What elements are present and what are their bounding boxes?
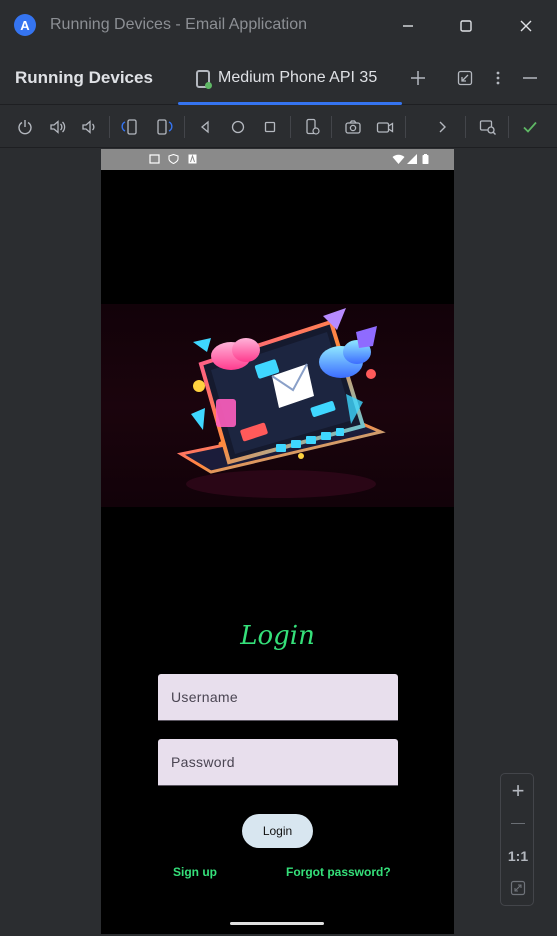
- battery-icon: [422, 154, 429, 164]
- zoom-actual-size-button[interactable]: 1:1: [501, 848, 535, 864]
- username-input[interactable]: Username: [158, 674, 398, 721]
- maximize-window-button[interactable]: [454, 14, 478, 38]
- password-input[interactable]: Password: [158, 739, 398, 786]
- android-studio-logo-icon: A: [14, 14, 36, 36]
- android-status-bar: [101, 149, 454, 170]
- overview-icon[interactable]: [258, 115, 282, 139]
- shield-icon: [168, 154, 179, 164]
- emulator-toolbar: [0, 106, 557, 148]
- mirror-search-icon[interactable]: [476, 115, 500, 139]
- device-screen[interactable]: Login Username Password Login Sign up Fo…: [101, 149, 454, 934]
- close-window-button[interactable]: [514, 14, 538, 38]
- forgot-password-link[interactable]: Forgot password?: [286, 865, 391, 879]
- tab-label: Medium Phone API 35: [218, 69, 378, 86]
- volume-down-icon[interactable]: [77, 115, 101, 139]
- gesture-home-bar[interactable]: [230, 922, 324, 925]
- fit-screen-icon[interactable]: [501, 880, 535, 901]
- wifi-icon: [392, 154, 405, 164]
- chevron-right-icon[interactable]: [430, 115, 454, 139]
- add-device-button[interactable]: [406, 66, 430, 90]
- email-illustration: [101, 304, 454, 507]
- screen-record-icon[interactable]: [373, 115, 397, 139]
- panel-header: Running Devices Medium Phone API 35: [0, 52, 557, 105]
- window-title: Running Devices - Email Application: [50, 16, 308, 33]
- toolbar-separator: [109, 116, 110, 138]
- email-laptop-illustration-icon: [176, 308, 386, 498]
- restore-layout-icon[interactable]: [453, 66, 477, 90]
- font-icon: [188, 154, 197, 164]
- notification-icon: [149, 154, 160, 164]
- hide-panel-icon[interactable]: [518, 66, 542, 90]
- panel-title: Running Devices: [15, 68, 153, 87]
- login-button[interactable]: Login: [242, 814, 313, 848]
- signup-link[interactable]: Sign up: [173, 865, 217, 879]
- power-icon[interactable]: [13, 115, 37, 139]
- login-title: Login: [240, 621, 315, 651]
- device-settings-icon[interactable]: [300, 115, 324, 139]
- toolbar-separator: [405, 116, 406, 138]
- toolbar-separator: [508, 116, 509, 138]
- toolbar-separator: [184, 116, 185, 138]
- more-options-icon[interactable]: [486, 66, 510, 90]
- cell-signal-icon: [407, 154, 417, 164]
- active-tab-indicator: [178, 102, 402, 105]
- device-running-icon: [196, 70, 212, 89]
- rotate-right-icon[interactable]: [152, 115, 176, 139]
- home-icon[interactable]: [226, 115, 250, 139]
- zoom-controls: + — 1:1: [500, 773, 534, 906]
- back-icon[interactable]: [193, 115, 217, 139]
- zoom-out-button[interactable]: —: [501, 814, 535, 830]
- window-title-bar: A Running Devices - Email Application: [0, 0, 557, 52]
- minimize-window-button[interactable]: [396, 14, 420, 38]
- toolbar-separator: [465, 116, 466, 138]
- screenshot-camera-icon[interactable]: [341, 115, 365, 139]
- zoom-in-button[interactable]: +: [501, 778, 535, 804]
- toolbar-separator: [290, 116, 291, 138]
- checkmark-icon[interactable]: [518, 115, 542, 139]
- rotate-left-icon[interactable]: [118, 115, 142, 139]
- tab-medium-phone[interactable]: Medium Phone API 35: [178, 52, 402, 105]
- volume-up-icon[interactable]: [46, 115, 70, 139]
- toolbar-separator: [331, 116, 332, 138]
